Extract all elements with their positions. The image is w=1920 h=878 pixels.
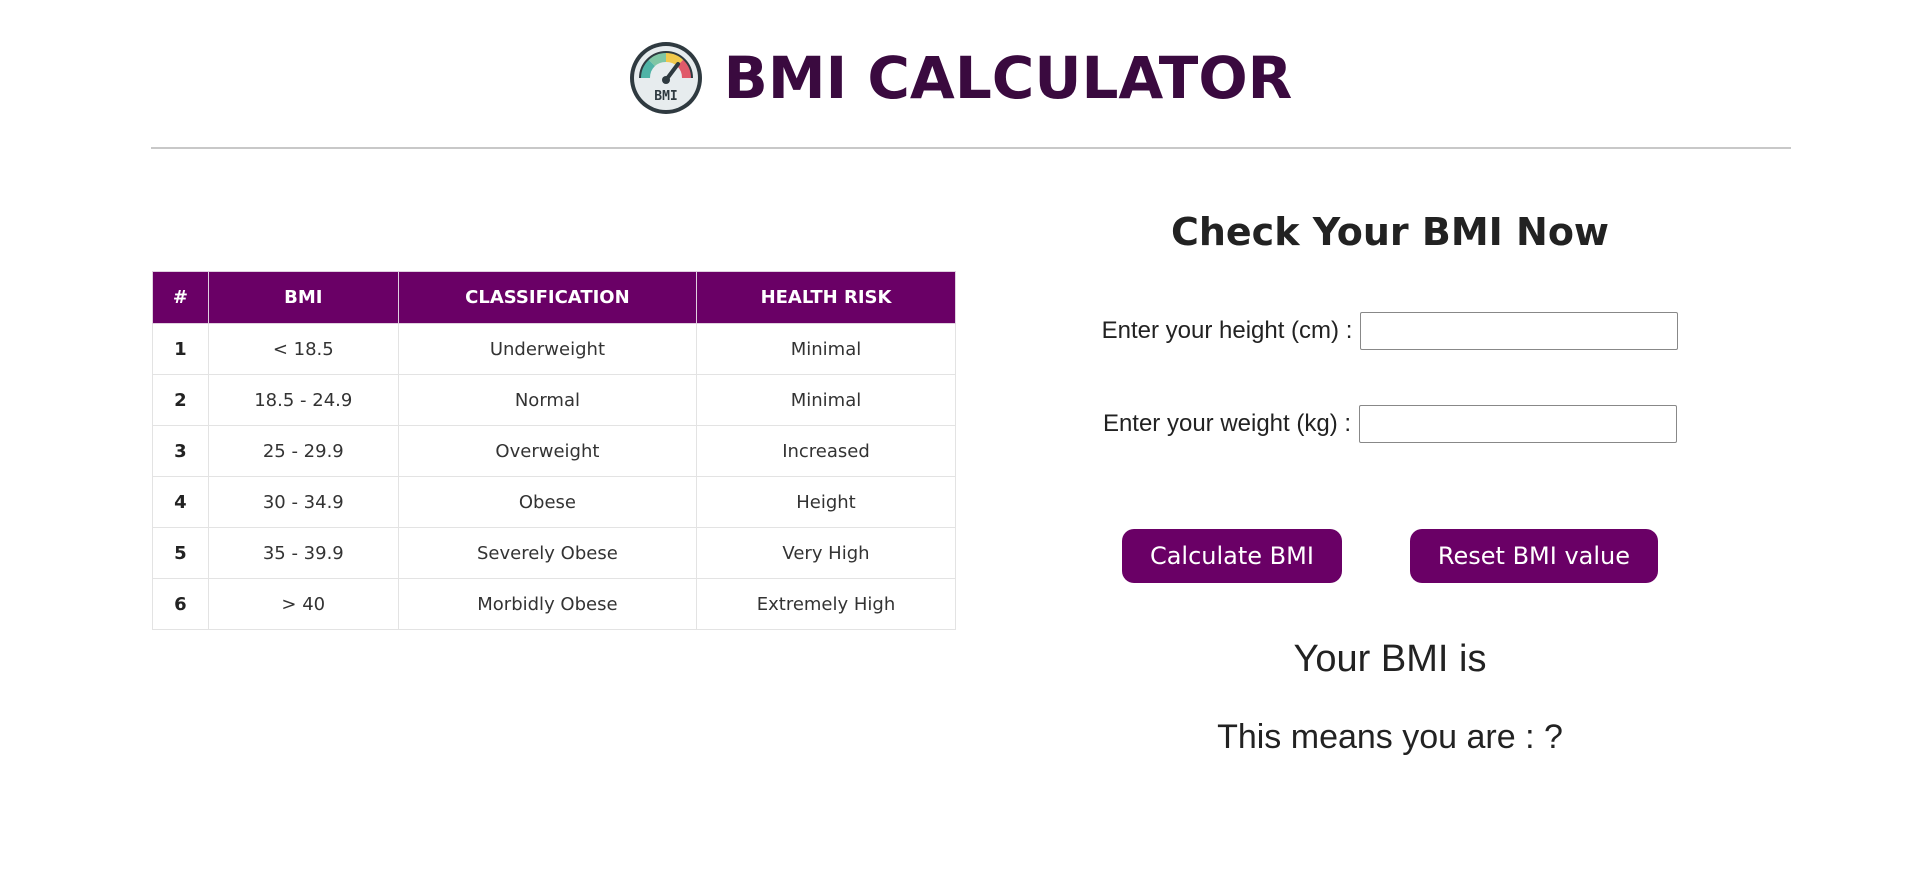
cell-num: 5 (152, 527, 209, 579)
weight-label: Enter your weight (kg) : (1102, 410, 1352, 437)
bmi-gauge-icon: BMI (629, 42, 702, 114)
table-row: 2 18.5 - 24.9 Normal Minimal (152, 374, 956, 426)
cell-bmi: > 40 (207, 578, 399, 630)
table-row: 5 35 - 39.9 Severely Obese Very High (152, 527, 956, 579)
cell-health-risk: Minimal (696, 323, 956, 375)
table-header-row: # BMI CLASSIFICATION HEALTH RISK (152, 271, 956, 324)
column-header-health-risk: HEALTH RISK (696, 271, 956, 324)
table-row: 3 25 - 29.9 Overweight Increased (152, 425, 956, 477)
cell-health-risk: Minimal (696, 374, 956, 426)
cell-classification: Severely Obese (397, 527, 698, 579)
cell-classification: Overweight (397, 425, 698, 477)
height-field-row: Enter your height (cm) : (1040, 312, 1740, 350)
column-header-bmi: BMI (207, 271, 399, 324)
bmi-meaning-text: This means you are : ? (1217, 718, 1563, 756)
calculator-buttons: Calculate BMI Reset BMI value (1040, 529, 1740, 583)
height-input[interactable] (1360, 312, 1679, 350)
cell-bmi: 18.5 - 24.9 (207, 374, 399, 426)
page-header: BMI BMI CALCULATOR (0, 40, 1920, 116)
cell-num: 4 (152, 476, 209, 528)
reset-bmi-button[interactable]: Reset BMI value (1409, 529, 1659, 583)
cell-bmi: 30 - 34.9 (207, 476, 399, 528)
column-header-num: # (152, 271, 209, 324)
logo-text: BMI (654, 89, 677, 104)
cell-bmi: 25 - 29.9 (207, 425, 399, 477)
header-divider (151, 147, 1791, 149)
cell-classification: Normal (397, 374, 698, 426)
table-row: 4 30 - 34.9 Obese Height (152, 476, 956, 528)
weight-input[interactable] (1359, 405, 1678, 443)
bmi-classification-table: # BMI CLASSIFICATION HEALTH RISK 1 < 18.… (152, 271, 956, 630)
cell-num: 3 (152, 425, 209, 477)
cell-health-risk: Very High (696, 527, 956, 579)
table-row: 1 < 18.5 Underweight Minimal (152, 323, 956, 375)
cell-health-risk: Increased (696, 425, 956, 477)
cell-classification: Obese (397, 476, 698, 528)
cell-bmi: < 18.5 (207, 323, 399, 375)
cell-classification: Morbidly Obese (397, 578, 698, 630)
cell-num: 6 (152, 578, 209, 630)
table-row: 6 > 40 Morbidly Obese Extremely High (152, 578, 956, 630)
calculate-bmi-button[interactable]: Calculate BMI (1121, 529, 1342, 583)
cell-health-risk: Extremely High (696, 578, 956, 630)
cell-num: 1 (152, 323, 209, 375)
weight-field-row: Enter your weight (kg) : (1040, 405, 1740, 443)
height-label: Enter your height (cm) : (1101, 317, 1353, 344)
bmi-result-text: Your BMI is (1293, 638, 1487, 680)
cell-health-risk: Height (696, 476, 956, 528)
cell-bmi: 35 - 39.9 (207, 527, 399, 579)
column-header-classification: CLASSIFICATION (397, 271, 698, 324)
calculator-title: Check Your BMI Now (1170, 210, 1610, 254)
cell-classification: Underweight (397, 323, 698, 375)
page-title: BMI CALCULATOR (723, 44, 1293, 112)
cell-num: 2 (152, 374, 209, 426)
